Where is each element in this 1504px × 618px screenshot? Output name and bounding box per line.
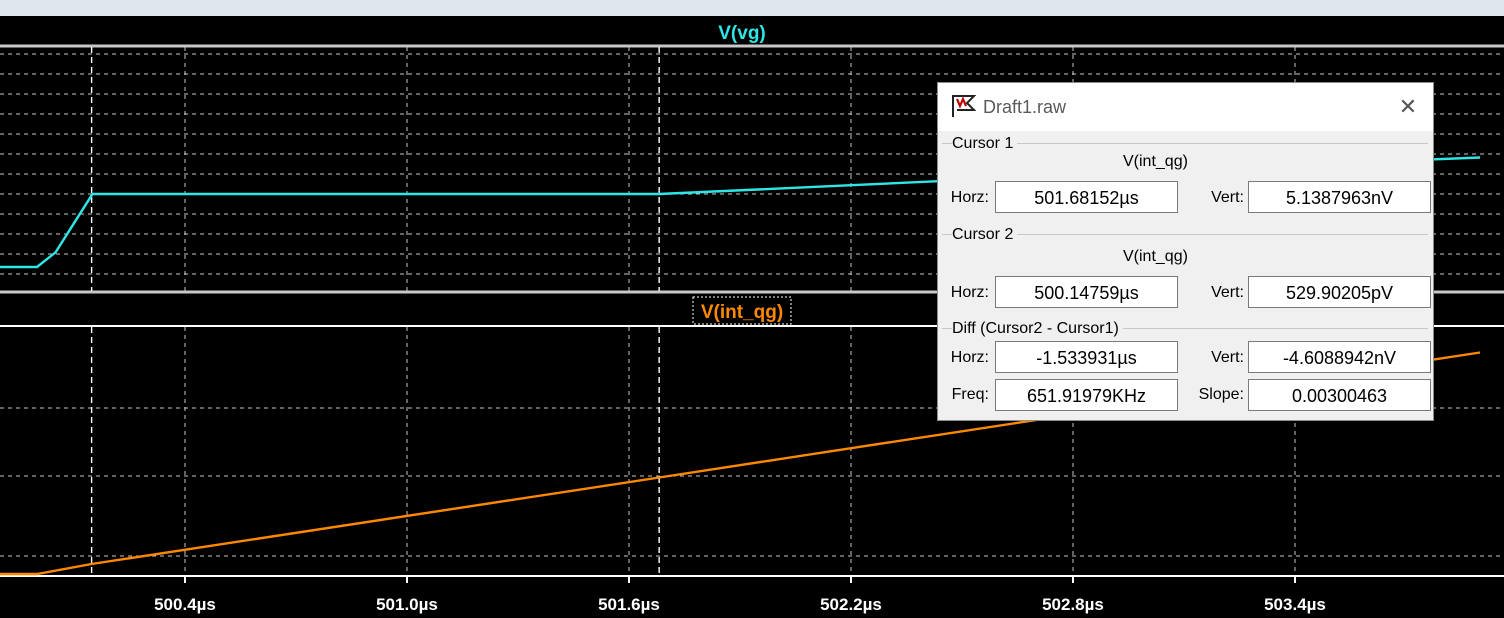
diff-vert-value[interactable]: -4.6088942nV [1248,341,1431,373]
diff-slope-label: Slope: [1198,386,1244,403]
cursor1-group: Cursor 1 [942,135,1428,153]
window-top-strip [0,0,1504,16]
cursor2-label: Cursor 2 [952,226,1018,244]
x-tick-label-5: 503.4µs [1264,595,1326,614]
ltspice-flag-icon [952,95,976,117]
cursor-readout-dialog[interactable]: Draft1.raw ✕ Cursor 1 V(int_qg) Horz: 50… [937,82,1434,421]
cursor1-label: Cursor 1 [952,135,1018,153]
cursor1-horz-label: Horz: [950,189,989,206]
diff-slope-value[interactable]: 0.00300463 [1248,379,1431,411]
cursor1-vert-value[interactable]: 5.1387963nV [1248,181,1431,213]
cursor1-trace: V(int_qg) [1123,153,1188,170]
dialog-title: Draft1.raw [983,97,1067,117]
cursor1-horz-value[interactable]: 501.68152µs [995,181,1178,213]
cursor2-vert-value[interactable]: 529.90205pV [1248,276,1431,308]
dialog-titlebar[interactable]: Draft1.raw ✕ [938,83,1433,131]
diff-group: Diff (Cursor2 - Cursor1) [942,320,1428,338]
close-icon[interactable]: ✕ [1393,93,1423,121]
x-tick-label-3: 502.2µs [820,595,882,614]
x-tick-label-4: 502.8µs [1042,595,1104,614]
diff-vert-label: Vert: [1211,349,1244,366]
trace-title-vg[interactable]: V(vg) [718,23,766,44]
x-tick-label-2: 501.6µs [598,595,660,614]
diff-horz-value[interactable]: -1.533931µs [995,341,1178,373]
cursor2-horz-label: Horz: [950,284,989,301]
cursor2-group: Cursor 2 [942,226,1428,244]
x-tick-label-0: 500.4µs [154,595,216,614]
diff-freq-value[interactable]: 651.91979KHz [995,379,1178,411]
trace-title-int-qg[interactable]: V(int_qg) [701,302,783,323]
x-axis-tick-labels: 500.4µs 501.0µs 501.6µs 502.2µs 502.8µs 503.4… [154,595,1326,614]
diff-horz-label: Horz: [950,349,989,366]
cursor1-vert-label: Vert: [1211,189,1244,206]
diff-freq-label: Freq: [951,386,989,403]
cursor2-horz-value[interactable]: 500.14759µs [995,276,1178,308]
x-tick-label-1: 501.0µs [376,595,438,614]
diff-label: Diff (Cursor2 - Cursor1) [952,320,1123,338]
cursor-lines[interactable] [90,47,660,575]
cursor2-vert-label: Vert: [1211,284,1244,301]
cursor2-trace: V(int_qg) [1123,248,1188,265]
